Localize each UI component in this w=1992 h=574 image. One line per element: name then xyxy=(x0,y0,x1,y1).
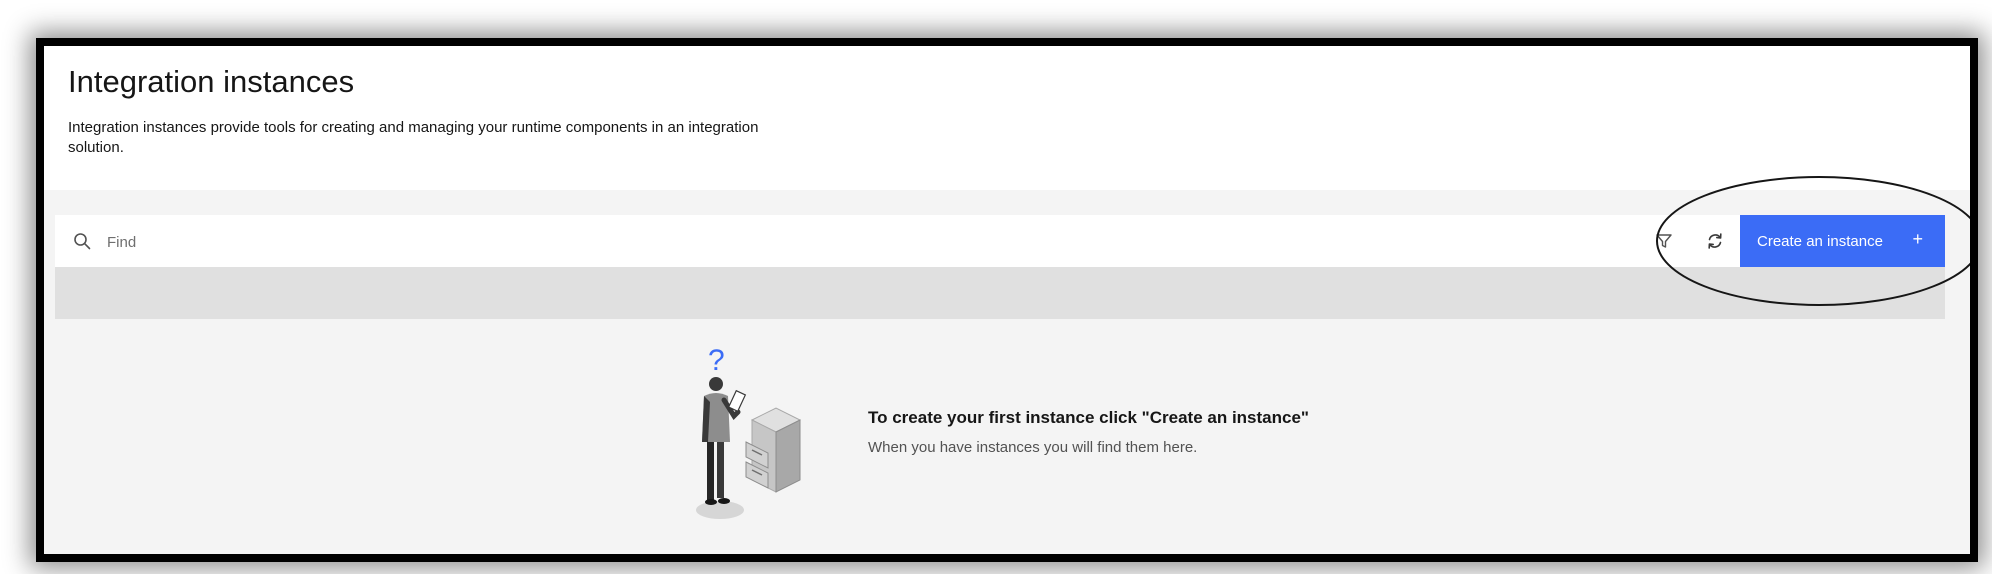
person-with-cabinet-illustration: ? xyxy=(696,344,802,519)
page-title: Integration instances xyxy=(68,64,355,99)
app-window: Integration instances Integration instan… xyxy=(36,38,1978,562)
plus-icon: + xyxy=(1912,229,1923,249)
page-description: Integration instances provide tools for … xyxy=(68,119,759,156)
create-instance-button[interactable]: Create an instance + xyxy=(1740,215,1945,267)
empty-state-title: To create your first instance click "Cre… xyxy=(868,408,1309,427)
table-toolbar: Create an instance + xyxy=(55,215,1945,267)
table-header-row xyxy=(55,267,1945,319)
search-input[interactable] xyxy=(105,225,1609,259)
filter-icon[interactable] xyxy=(1655,232,1673,250)
page-header: Integration instances Integration instan… xyxy=(44,46,1970,190)
create-instance-label: Create an instance xyxy=(1757,232,1883,250)
question-mark-icon: ? xyxy=(708,344,725,377)
refresh-icon[interactable] xyxy=(1705,231,1725,251)
empty-state-subtitle: When you have instances you will find th… xyxy=(868,439,1198,456)
search-icon xyxy=(74,233,91,250)
